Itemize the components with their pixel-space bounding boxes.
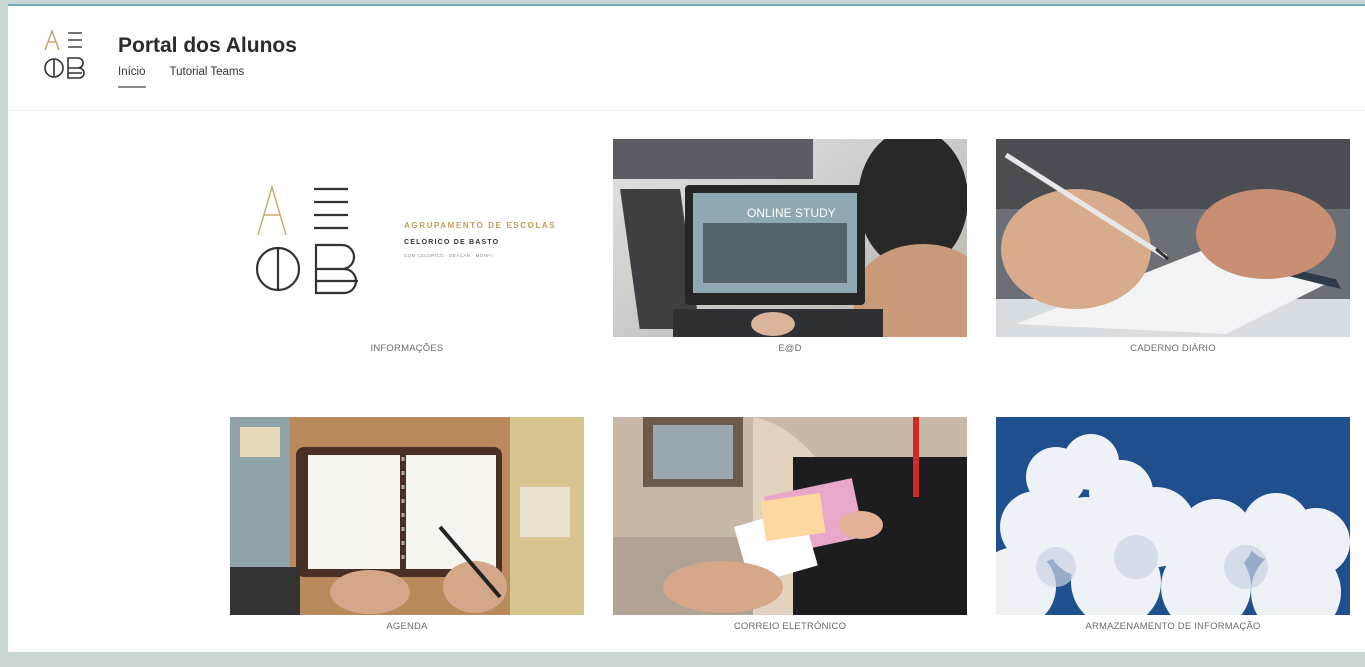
nav-item-tutorial-teams[interactable]: Tutorial Teams xyxy=(170,66,245,88)
site-title[interactable]: Portal dos Alunos xyxy=(118,34,297,58)
page-window: Portal dos Alunos Início Tutorial Teams … xyxy=(8,4,1365,652)
school-logo-line3: COM CELORICO · DEACAN · MONFI xyxy=(404,253,492,258)
tile-label-correio-eletronico: CORREIO ELETRÓNICO xyxy=(733,621,847,632)
tile-label-caderno-diario: CADERNO DIÁRIO xyxy=(1130,343,1216,354)
school-logo-line1: AGRUPAMENTO DE ESCOLAS xyxy=(404,221,556,230)
clouds-sky-image xyxy=(996,417,1350,615)
writing-notebook-image xyxy=(996,139,1350,337)
tile-armazenamento[interactable]: ARMAZENAMENTO DE INFORMAÇÃO xyxy=(996,417,1350,667)
tile-ead[interactable]: ONLINE STUDY E@D xyxy=(613,139,967,389)
tile-correio-eletronico[interactable]: CORREIO ELETRÓNICO xyxy=(613,417,967,667)
online-study-text: ONLINE STUDY xyxy=(747,206,836,220)
planner-binder-image xyxy=(230,417,584,615)
site-logo[interactable] xyxy=(42,28,94,84)
quick-links-grid: AGRUPAMENTO DE ESCOLAS CELORICO DE BASTO… xyxy=(230,139,1350,667)
site-navigation: Início Tutorial Teams xyxy=(118,66,244,88)
nav-item-inicio[interactable]: Início xyxy=(118,66,146,88)
tile-label-agenda: AGENDA xyxy=(386,621,428,632)
school-logo-image: AGRUPAMENTO DE ESCOLAS CELORICO DE BASTO… xyxy=(230,139,584,337)
site-header: Portal dos Alunos Início Tutorial Teams xyxy=(8,6,1365,111)
school-logo-line2: CELORICO DE BASTO xyxy=(404,239,499,246)
online-study-image: ONLINE STUDY xyxy=(613,139,967,337)
tile-informacoes[interactable]: AGRUPAMENTO DE ESCOLAS CELORICO DE BASTO… xyxy=(230,139,584,389)
mailbox-letters-image xyxy=(613,417,967,615)
tile-agenda[interactable]: AGENDA xyxy=(230,417,584,667)
tile-caderno-diario[interactable]: CADERNO DIÁRIO xyxy=(996,139,1350,389)
tile-label-armazenamento: ARMAZENAMENTO DE INFORMAÇÃO xyxy=(1085,621,1261,632)
tile-label-ead: E@D xyxy=(778,343,802,354)
tile-label-informacoes: INFORMAÇÕES xyxy=(370,343,444,354)
